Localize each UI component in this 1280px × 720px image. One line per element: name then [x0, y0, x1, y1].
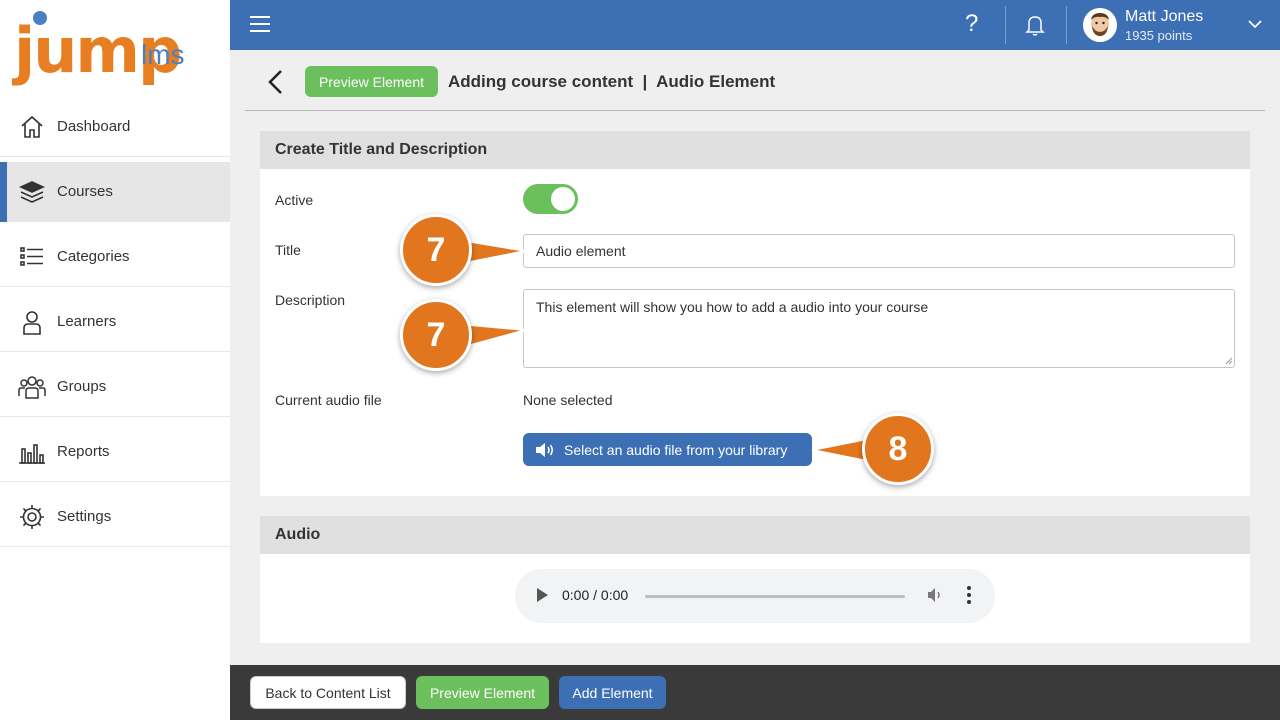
preview-element-button[interactable]: Preview Element	[305, 66, 438, 97]
divider	[1066, 6, 1067, 44]
active-label: Active	[275, 192, 314, 208]
back-to-content-list-button[interactable]: Back to Content List	[250, 676, 406, 709]
sidebar-item-label: Settings	[57, 508, 112, 525]
audio-progress-bar[interactable]	[645, 595, 905, 598]
footer-preview-element-button[interactable]: Preview Element	[416, 676, 549, 709]
callout-badge: 8	[862, 413, 934, 485]
user-name[interactable]: Matt Jones	[1125, 8, 1203, 26]
more-options-icon[interactable]	[967, 586, 971, 607]
callout-badge: 7	[400, 299, 472, 371]
sidebar-item-label: Reports	[57, 443, 110, 460]
sidebar-item-label: Learners	[57, 313, 117, 330]
audio-file-value: None selected	[523, 392, 613, 408]
logo-sub-text: lms	[141, 39, 185, 70]
panel-heading: Create Title and Description	[260, 131, 1250, 169]
user-points: 1935 points	[1125, 28, 1193, 43]
description-textarea[interactable]: This element will show you how to add a …	[523, 289, 1235, 368]
audio-file-label: Current audio file	[275, 392, 382, 408]
toggle-knob	[551, 187, 575, 211]
page-title: Adding course content | Audio Element	[448, 72, 776, 91]
select-audio-file-button[interactable]: Select an audio file from your library	[523, 433, 812, 466]
play-icon[interactable]	[537, 588, 548, 602]
sidebar-item-settings[interactable]: Settings	[0, 487, 230, 547]
user-avatar[interactable]	[1083, 8, 1117, 42]
sidebar-item-label: Courses	[57, 183, 113, 200]
sidebar-item-label: Groups	[57, 378, 107, 395]
title-label: Title	[275, 242, 301, 258]
chart-icon	[18, 438, 46, 466]
panel-heading: Audio	[260, 516, 1250, 554]
add-element-button[interactable]: Add Element	[559, 676, 666, 709]
description-label: Description	[275, 292, 346, 308]
sidebar-item-label: Dashboard	[57, 118, 131, 135]
resize-handle-icon[interactable]	[1225, 357, 1233, 365]
sidebar-item-dashboard[interactable]: Dashboard	[0, 97, 230, 157]
chevron-down-icon[interactable]	[1247, 16, 1263, 37]
person-icon	[18, 308, 46, 336]
books-icon	[18, 178, 46, 206]
top-bar: ? Matt Jones 1935 points	[230, 0, 1280, 50]
active-toggle[interactable]	[523, 184, 578, 214]
select-audio-file-label: Select an audio file from your library	[564, 441, 788, 458]
sidebar-item-reports[interactable]: Reports	[0, 422, 230, 482]
group-icon	[18, 373, 46, 401]
help-icon[interactable]: ?	[965, 10, 978, 38]
audio-player: 0:00 / 0:00	[515, 569, 995, 623]
sidebar-item-learners[interactable]: Learners	[0, 292, 230, 352]
divider	[1005, 6, 1006, 44]
audio-time: 0:00 / 0:00	[562, 587, 629, 603]
sidebar-item-label: Categories	[57, 248, 130, 265]
list-icon	[18, 243, 46, 271]
title-input[interactable]: Audio element	[523, 234, 1235, 268]
jumplms-logo[interactable]: jump lms	[14, 8, 224, 92]
back-arrow-icon[interactable]	[265, 69, 285, 100]
sidebar: jump lms Dashboard Courses Categories Le…	[0, 0, 230, 720]
bell-icon[interactable]	[1025, 14, 1045, 41]
hamburger-menu-icon[interactable]	[250, 16, 270, 34]
sidebar-nav: Dashboard Courses Categories Learners Gr…	[0, 97, 230, 552]
volume-icon[interactable]	[927, 586, 945, 609]
sidebar-item-courses[interactable]: Courses	[0, 162, 230, 222]
sidebar-item-categories[interactable]: Categories	[0, 227, 230, 287]
gear-icon	[18, 503, 46, 531]
home-icon	[18, 113, 46, 141]
callout-badge: 7	[400, 214, 472, 286]
divider	[245, 110, 1265, 111]
speaker-icon	[536, 442, 553, 457]
sidebar-item-groups[interactable]: Groups	[0, 357, 230, 417]
